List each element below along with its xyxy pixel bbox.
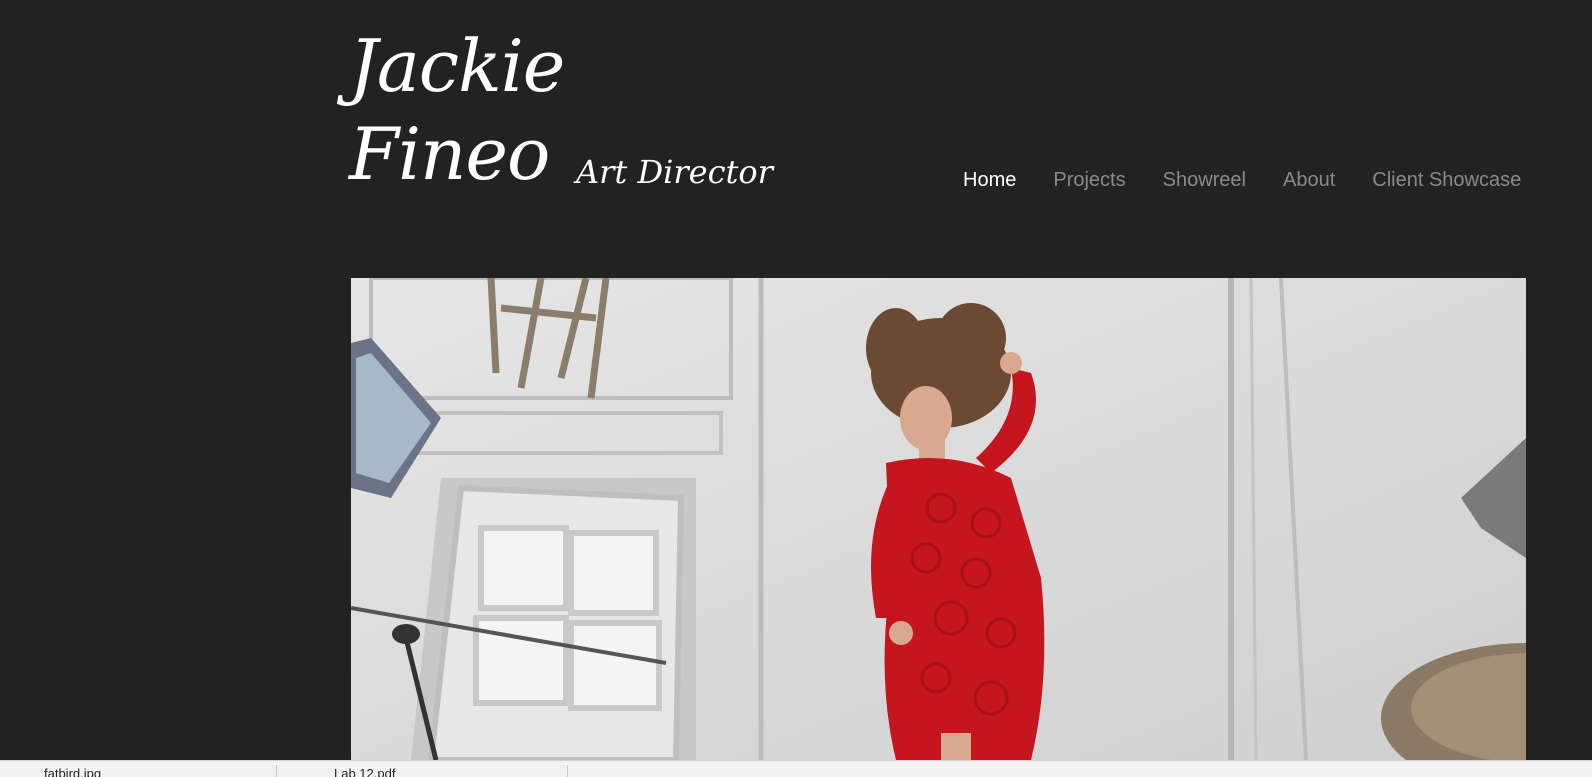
download-separator — [567, 765, 568, 777]
download-item[interactable]: Lab 12.pdf — [334, 766, 395, 777]
download-separator — [276, 765, 277, 777]
nav-about[interactable]: About — [1283, 166, 1335, 194]
hero-image — [351, 278, 1526, 760]
downloads-bar: fatbird.jpg Lab 12.pdf — [0, 760, 1592, 777]
site-name-first[interactable]: Jackie — [349, 24, 565, 108]
site-name-last[interactable]: Fineo — [349, 112, 550, 196]
nav-showreel[interactable]: Showreel — [1163, 166, 1246, 194]
nav-home[interactable]: Home — [963, 166, 1016, 194]
main-nav: Home Projects Showreel About Client Show… — [963, 166, 1521, 194]
page: Jackie Fineo Art Director Home Projects … — [0, 0, 1592, 777]
site-subtitle: Art Director — [576, 153, 773, 191]
nav-client-showcase[interactable]: Client Showcase — [1372, 166, 1521, 194]
nav-projects[interactable]: Projects — [1053, 166, 1125, 194]
download-item[interactable]: fatbird.jpg — [44, 766, 101, 777]
hero-photo-illustration — [351, 278, 1526, 760]
